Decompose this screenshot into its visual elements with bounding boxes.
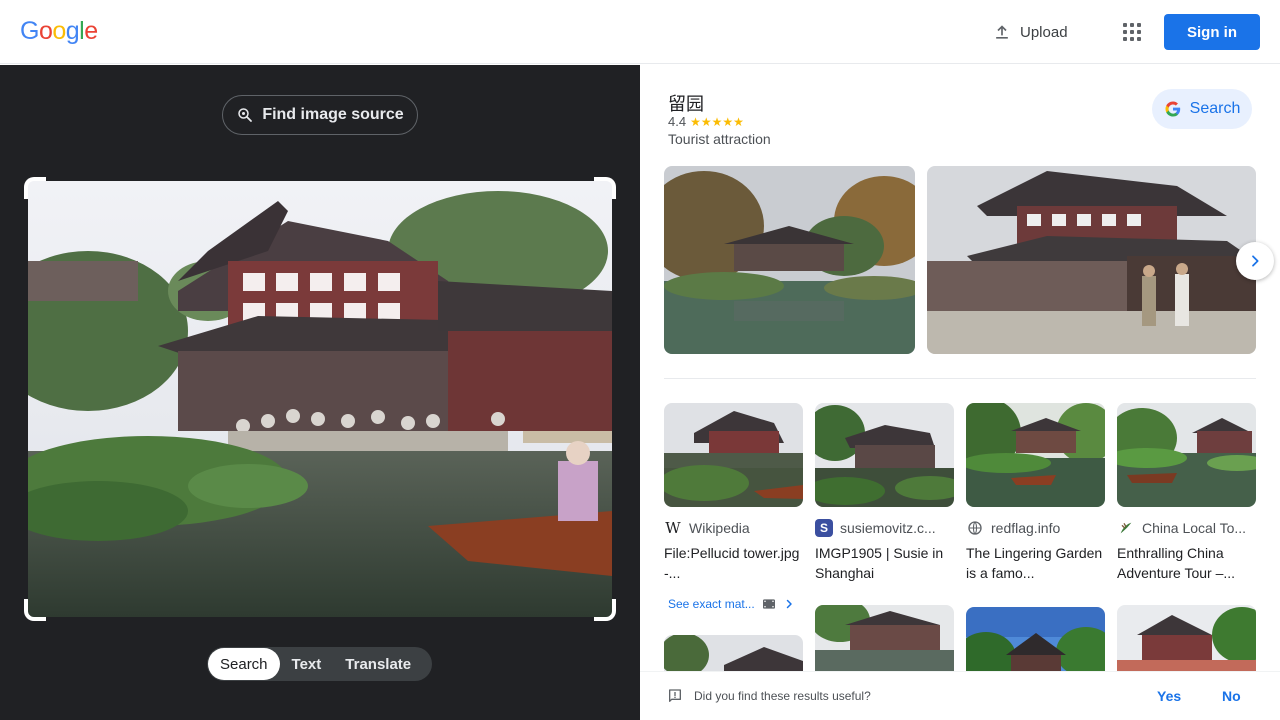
result-thumbnail[interactable] (1117, 403, 1256, 507)
logo-letter: o (52, 17, 66, 45)
upload-icon (996, 25, 1008, 39)
result-source[interactable]: China Local To... (1117, 519, 1256, 537)
find-image-source-button[interactable]: Find image source (222, 95, 418, 135)
place-title[interactable]: 留园 (668, 90, 704, 116)
google-logo[interactable]: Google (20, 17, 98, 46)
logo-letter: e (84, 17, 98, 45)
knowledge-search-label: Search (1189, 100, 1241, 117)
crop-corner-bottom-left[interactable] (24, 599, 46, 621)
knowledge-search-button[interactable]: Search (1152, 89, 1252, 129)
logo-letter: G (20, 17, 39, 45)
crop-corner-bottom-right[interactable] (594, 599, 616, 621)
result-source-name: susiemovitz.c... (840, 520, 936, 536)
section-divider (664, 378, 1256, 379)
place-photo[interactable] (927, 166, 1256, 354)
rating-stars: ★★★★★ (690, 114, 744, 129)
next-photo-button[interactable] (1236, 242, 1274, 280)
rating-value: 4.4 (668, 114, 687, 129)
film-icon (762, 599, 775, 609)
see-exact-label: See exact mat... (668, 597, 755, 611)
s-favicon-icon: S (815, 519, 833, 537)
place-rating: 4.4 ★★★★★ (668, 114, 744, 129)
visual-match-card[interactable]: redflag.info The Lingering Garden is a f… (966, 403, 1105, 583)
apps-grid-icon[interactable] (1120, 20, 1144, 44)
results-panel: 留园 4.4 ★★★★★ Tourist attraction Search W… (640, 65, 1280, 720)
image-query-panel: Find image source Search Text Translate (0, 65, 640, 720)
lens-search-icon (238, 108, 253, 122)
chevron-right-icon (1252, 255, 1259, 267)
result-source[interactable]: S susiemovitz.c... (815, 519, 954, 537)
tab-search[interactable]: Search (208, 648, 280, 680)
result-source[interactable]: redflag.info (966, 519, 1105, 537)
result-source-name: redflag.info (991, 520, 1061, 536)
result-title[interactable]: IMGP1905 | Susie in Shanghai (815, 543, 954, 583)
place-photo[interactable] (664, 166, 915, 354)
find-image-source-label: Find image source (262, 106, 404, 123)
logo-letter: o (38, 17, 53, 45)
result-thumbnail[interactable] (815, 403, 954, 507)
result-title[interactable]: File:Pellucid tower.jpg -... (664, 543, 803, 583)
visual-match-card[interactable]: China Local To... Enthralling China Adve… (1117, 403, 1256, 583)
globe-icon (966, 519, 984, 537)
query-image-frame[interactable] (24, 177, 616, 621)
feedback-no-button[interactable]: No (1222, 688, 1241, 704)
feedback-bar: Did you find these results useful? Yes N… (640, 671, 1280, 720)
wikipedia-w-icon: W (665, 519, 681, 537)
result-thumbnail[interactable] (664, 403, 803, 507)
result-source[interactable]: W Wikipedia (664, 519, 803, 537)
sign-in-button[interactable]: Sign in (1164, 14, 1260, 50)
result-source-name: Wikipedia (689, 520, 750, 536)
logo-letter: g (65, 17, 80, 45)
crop-corner-top-left[interactable] (24, 177, 46, 199)
top-header: Google Upload Sign in (0, 0, 1280, 64)
tab-translate[interactable]: Translate (333, 648, 423, 680)
feedback-question: Did you find these results useful? (694, 689, 871, 703)
upload-button[interactable]: Upload (992, 20, 1068, 44)
visual-match-card[interactable]: W Wikipedia File:Pellucid tower.jpg -... (664, 403, 803, 583)
place-type: Tourist attraction (668, 131, 771, 147)
result-thumbnail[interactable] (966, 403, 1105, 507)
chevron-right-icon (786, 599, 792, 609)
result-source-name: China Local To... (1142, 520, 1247, 536)
visual-match-card[interactable]: S susiemovitz.c... IMGP1905 | Susie in S… (815, 403, 954, 583)
feedback-icon (669, 689, 681, 702)
result-title[interactable]: Enthralling China Adventure Tour –... (1117, 543, 1256, 583)
query-image (28, 181, 612, 617)
tab-text[interactable]: Text (280, 648, 334, 680)
mode-switcher: Search Text Translate (207, 647, 432, 681)
see-exact-matches-link[interactable]: See exact mat... (668, 596, 795, 612)
crop-corner-top-right[interactable] (594, 177, 616, 199)
result-title[interactable]: The Lingering Garden is a famo... (966, 543, 1105, 583)
upload-label: Upload (1020, 23, 1068, 41)
china-local-favicon-icon (1117, 519, 1135, 537)
google-g-icon (1165, 101, 1180, 117)
feedback-yes-button[interactable]: Yes (1157, 688, 1181, 704)
